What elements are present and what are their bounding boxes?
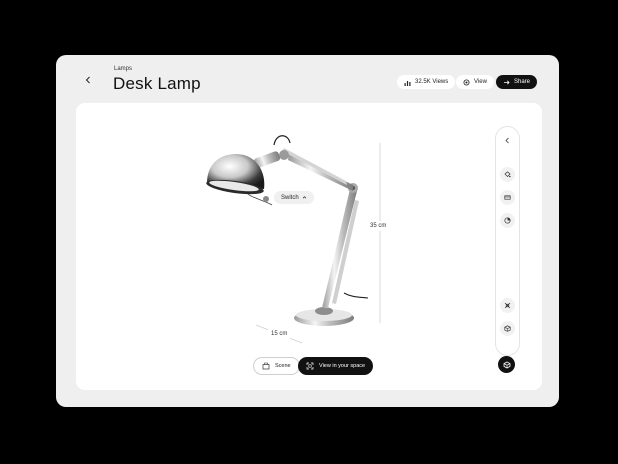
rotate-button[interactable] bbox=[500, 298, 515, 313]
paint-button[interactable] bbox=[500, 167, 515, 182]
model-button[interactable] bbox=[500, 321, 515, 336]
color-button[interactable] bbox=[500, 213, 515, 228]
share-label: Share bbox=[514, 79, 531, 85]
views-count: 32.5K Views bbox=[415, 79, 449, 85]
width-dimension-label: 15 cm bbox=[267, 329, 292, 339]
paint-bucket-icon bbox=[504, 171, 511, 178]
ar-quick-button[interactable] bbox=[498, 356, 515, 373]
view-settings-icon bbox=[463, 79, 470, 85]
scene-icon bbox=[262, 362, 270, 370]
view-label: View bbox=[474, 79, 487, 85]
product-window: Lamps Desk Lamp 32.5K Views View Share S… bbox=[56, 55, 559, 407]
rotate-icon bbox=[504, 302, 511, 309]
material-icon bbox=[504, 195, 511, 200]
material-button[interactable] bbox=[500, 190, 515, 205]
cube-icon bbox=[504, 325, 511, 332]
desk-lamp-model[interactable] bbox=[76, 103, 542, 390]
height-dimension-label: 35 cm bbox=[366, 221, 391, 231]
color-wheel-icon bbox=[504, 217, 511, 224]
view-in-space-button[interactable]: View in your space bbox=[298, 357, 374, 375]
share-button[interactable]: Share bbox=[496, 75, 538, 89]
chevron-up-icon bbox=[302, 196, 306, 199]
page-title: Desk Lamp bbox=[113, 74, 201, 93]
switch-hotspot[interactable]: Switch bbox=[274, 191, 314, 204]
bar-chart-icon bbox=[404, 80, 411, 86]
view-in-space-label: View in your space bbox=[319, 363, 366, 369]
product-viewer[interactable]: Switch 35 cm 15 cm Scene View in your sp… bbox=[76, 103, 542, 390]
views-badge: 32.5K Views bbox=[397, 75, 456, 89]
breadcrumb-category[interactable]: Lamps bbox=[114, 66, 132, 72]
viewer-toolbar bbox=[495, 126, 520, 356]
back-button[interactable] bbox=[80, 72, 96, 88]
chevron-left-icon bbox=[85, 76, 90, 84]
scene-button[interactable]: Scene bbox=[253, 357, 300, 375]
share-icon bbox=[504, 80, 510, 84]
view-button[interactable]: View bbox=[456, 75, 494, 89]
ar-icon bbox=[306, 362, 314, 370]
switch-label: Switch bbox=[281, 194, 299, 201]
collapse-toolbar-button[interactable] bbox=[500, 133, 515, 148]
scene-label: Scene bbox=[275, 363, 291, 369]
ar-cube-icon bbox=[503, 361, 510, 368]
chevron-left-icon bbox=[505, 137, 509, 144]
